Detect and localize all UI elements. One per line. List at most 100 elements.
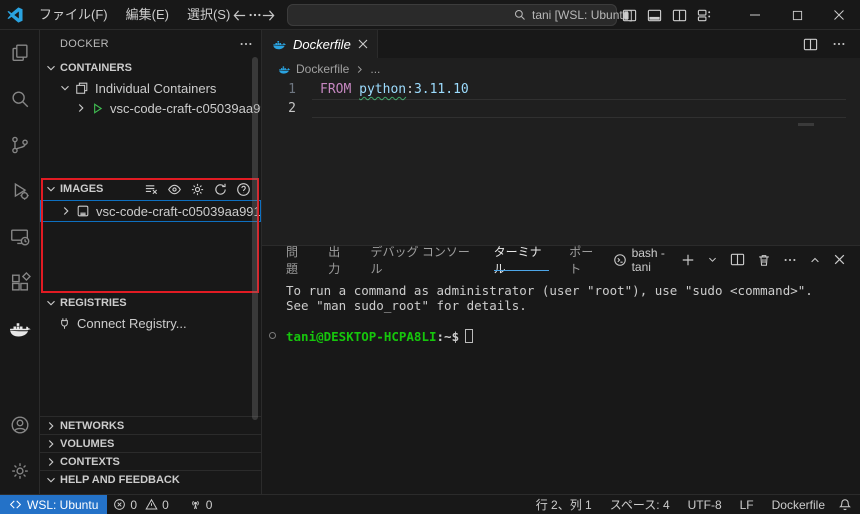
- encoding-indicator[interactable]: UTF-8: [683, 498, 727, 512]
- split-terminal-icon[interactable]: [730, 252, 745, 267]
- search-icon: [514, 9, 526, 21]
- vscode-logo-icon: [0, 7, 30, 23]
- tree-item-image[interactable]: vsc-code-craft-c05039aa9915ff0...: [40, 200, 261, 222]
- menu-selection[interactable]: 選択(S): [178, 4, 239, 26]
- chevron-right-icon: [44, 419, 58, 433]
- filter-icon[interactable]: [144, 182, 159, 197]
- section-volumes[interactable]: VOLUMES: [40, 434, 261, 452]
- prompt-user-host: tani@DESKTOP-HCPA8LI: [286, 329, 437, 344]
- customize-layout-icon[interactable]: [697, 8, 712, 23]
- terminal-line: See "man sudo_root" for details.: [286, 298, 860, 313]
- terminal-line: To run a command as administrator (user …: [286, 283, 860, 298]
- warning-count: 0: [162, 498, 169, 512]
- code-area[interactable]: 1 2 FROM python:3.11.10: [262, 80, 860, 118]
- menu-edit[interactable]: 編集(E): [117, 4, 178, 26]
- editor-tab-bar: Dockerfile: [262, 30, 860, 58]
- close-panel-icon[interactable]: [833, 253, 846, 266]
- sidebar-scrollbar[interactable]: [252, 57, 258, 420]
- run-debug-icon[interactable]: [0, 168, 40, 214]
- tab-ports[interactable]: ポート: [559, 246, 612, 273]
- eol-indicator[interactable]: LF: [735, 498, 759, 512]
- explorer-icon[interactable]: [0, 30, 40, 76]
- editor-group: Dockerfile Dockerfile ... 1 2: [262, 30, 860, 245]
- docker-view-icon[interactable]: [0, 306, 40, 352]
- broadcast-tower-icon: [189, 498, 202, 511]
- toggle-panel-icon[interactable]: [647, 8, 662, 23]
- settings-gear-icon[interactable]: [0, 448, 40, 494]
- connect-registry-item[interactable]: Connect Registry...: [40, 313, 261, 333]
- kill-terminal-trash-icon[interactable]: [757, 253, 771, 267]
- breadcrumb-file[interactable]: Dockerfile: [296, 62, 349, 76]
- terminal-dropdown-chevron-icon[interactable]: [707, 254, 718, 265]
- indentation-indicator[interactable]: スペース: 4: [605, 496, 675, 513]
- breadcrumb-symbol[interactable]: ...: [370, 62, 380, 76]
- help-item-docs[interactable]: Read Extension Documentation: [40, 488, 261, 493]
- docker-image-icon: [76, 204, 90, 218]
- book-icon: [58, 492, 71, 494]
- tree-item-running-container[interactable]: vsc-code-craft-c05039aa9915ff...: [40, 98, 261, 118]
- error-count: 0: [130, 498, 137, 512]
- accounts-icon[interactable]: [0, 402, 40, 448]
- search-view-icon[interactable]: [0, 76, 40, 122]
- tab-output[interactable]: 出力: [318, 246, 360, 273]
- tab-close-icon[interactable]: [357, 38, 369, 50]
- new-terminal-icon[interactable]: [681, 253, 695, 267]
- panel-more-actions-icon[interactable]: [783, 253, 797, 267]
- window-close-button[interactable]: [818, 0, 860, 30]
- help-icon[interactable]: [236, 182, 251, 197]
- bash-icon: [613, 253, 627, 267]
- terminal-shell-selector[interactable]: bash - tani: [613, 246, 669, 274]
- editor-more-actions-icon[interactable]: [832, 37, 846, 51]
- command-decoration-icon[interactable]: [269, 332, 276, 339]
- split-editor-icon[interactable]: [803, 37, 818, 52]
- plug-icon: [58, 317, 71, 330]
- command-center-search[interactable]: tani [WSL: Ubuntu]: [287, 4, 617, 26]
- gear-icon[interactable]: [190, 182, 205, 197]
- section-images[interactable]: IMAGES: [40, 178, 261, 200]
- window-minimize-button[interactable]: [734, 0, 776, 30]
- menu-file[interactable]: ファイル(F): [30, 4, 117, 26]
- title-bar: ファイル(F) 編集(E) 選択(S) tani [WSL: Ubuntu]: [0, 0, 860, 30]
- language-mode-indicator[interactable]: Dockerfile: [767, 498, 830, 512]
- refresh-icon[interactable]: [213, 182, 228, 197]
- chevron-right-icon: [74, 101, 88, 115]
- tab-terminal[interactable]: ターミナル: [484, 246, 560, 273]
- remote-icon: [9, 498, 22, 511]
- section-registries[interactable]: REGISTRIES: [40, 293, 261, 313]
- navigate-back-icon[interactable]: [232, 8, 247, 23]
- docker-file-icon: [278, 63, 291, 76]
- remote-explorer-icon[interactable]: [0, 214, 40, 260]
- docker-file-icon: [272, 37, 287, 52]
- panel-tab-bar: 問題 出力 デバッグ コンソール ターミナル ポート bash - tani: [262, 246, 860, 273]
- tab-dockerfile[interactable]: Dockerfile: [262, 30, 378, 58]
- eye-icon[interactable]: [167, 182, 182, 197]
- remote-indicator[interactable]: WSL: Ubuntu: [0, 495, 107, 514]
- extensions-icon[interactable]: [0, 260, 40, 306]
- notifications-bell-icon[interactable]: [838, 498, 852, 512]
- section-containers[interactable]: CONTAINERS: [40, 58, 261, 78]
- chevron-right-icon: [44, 437, 58, 451]
- tab-debug-console[interactable]: デバッグ コンソール: [361, 246, 484, 273]
- ports-indicator[interactable]: 0: [183, 495, 219, 514]
- sidebar-more-actions-icon[interactable]: [239, 37, 253, 51]
- line-col-indicator[interactable]: 行 2、列 1: [531, 496, 597, 513]
- chevron-right-icon: [354, 64, 365, 75]
- problems-indicator[interactable]: 0 0: [107, 495, 174, 514]
- chevron-down-icon: [58, 81, 72, 95]
- source-control-icon[interactable]: [0, 122, 40, 168]
- breadcrumb[interactable]: Dockerfile ...: [262, 58, 860, 80]
- terminal-output[interactable]: To run a command as administrator (user …: [262, 273, 860, 344]
- section-networks[interactable]: NETWORKS: [40, 416, 261, 434]
- tab-problems[interactable]: 問題: [276, 246, 318, 273]
- window-maximize-button[interactable]: [776, 0, 818, 30]
- current-line-highlight: [312, 99, 846, 118]
- section-help-feedback[interactable]: HELP AND FEEDBACK: [40, 470, 261, 488]
- remote-label: WSL: Ubuntu: [27, 498, 98, 512]
- split-editor-layout-icon[interactable]: [672, 8, 687, 23]
- navigate-forward-icon[interactable]: [261, 8, 276, 23]
- maximize-panel-chevron-up-icon[interactable]: [809, 254, 821, 266]
- toggle-sidebar-icon[interactable]: [622, 8, 637, 23]
- tree-item-individual-containers[interactable]: Individual Containers: [40, 78, 261, 98]
- section-contexts[interactable]: CONTEXTS: [40, 452, 261, 470]
- error-icon: [113, 498, 126, 511]
